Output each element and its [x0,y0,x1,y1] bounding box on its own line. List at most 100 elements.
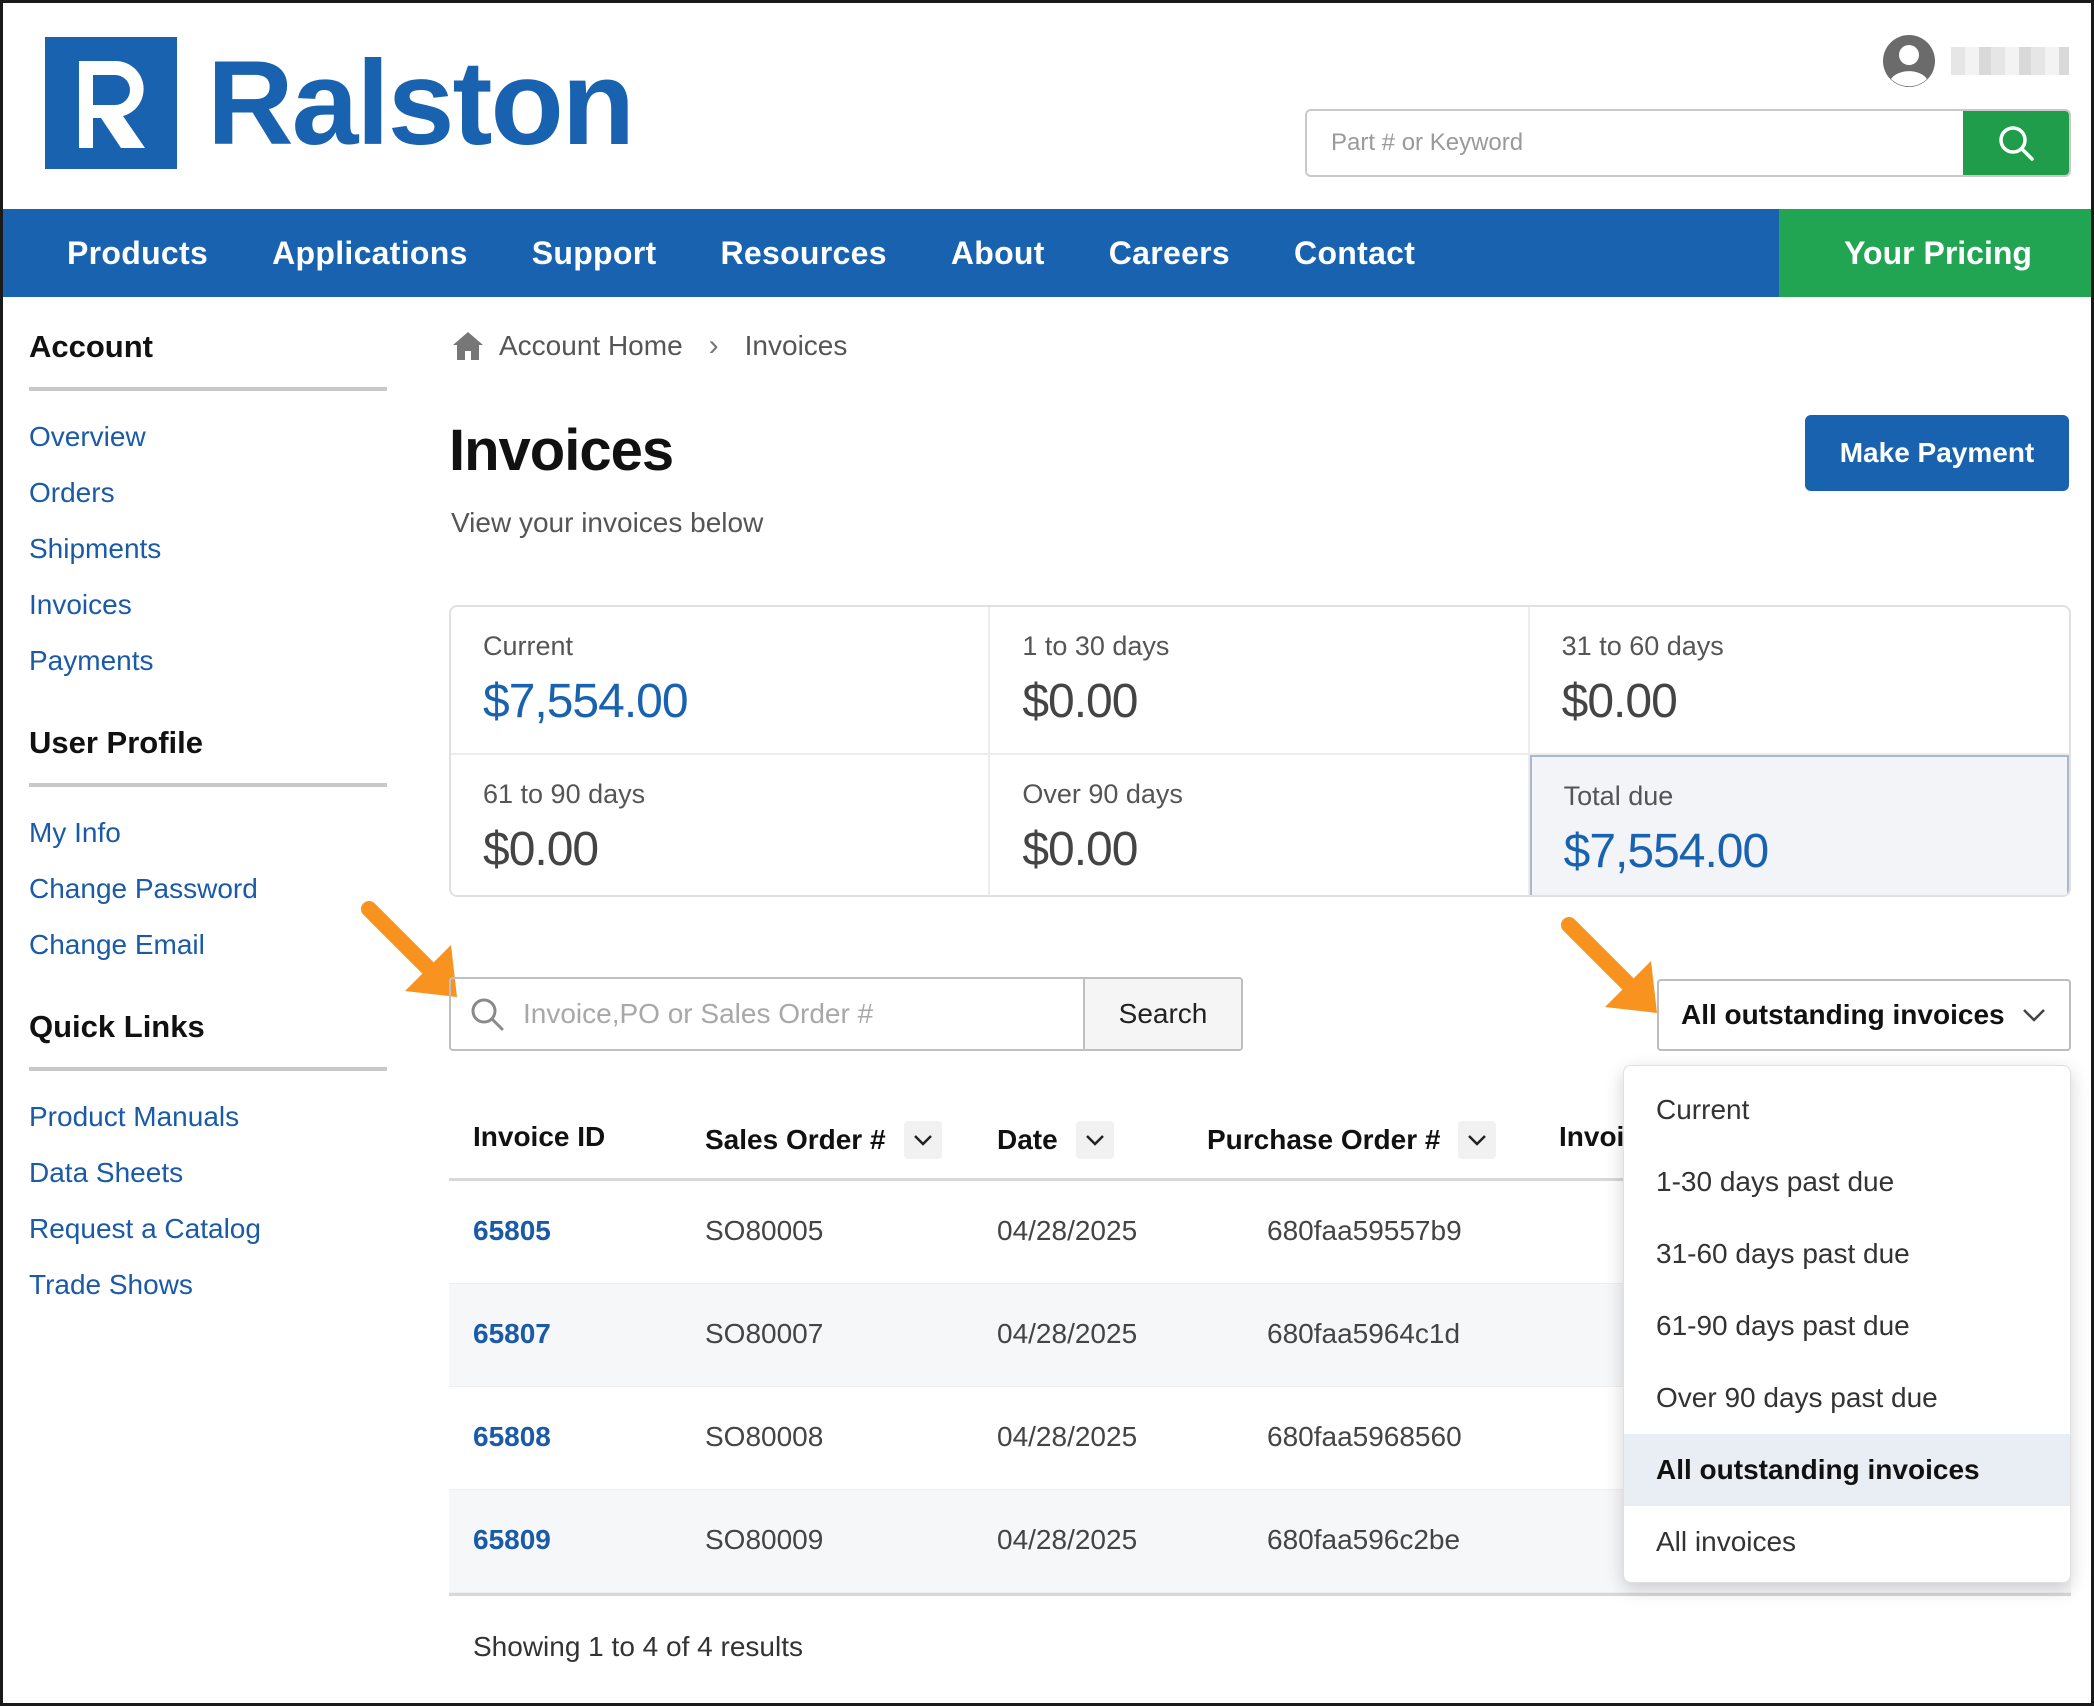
sidebar-item-invoices[interactable]: Invoices [29,585,387,641]
nav-support[interactable]: Support [532,235,657,272]
purchase-order-cell: 680faa5968560 [1267,1421,1462,1452]
home-icon [453,332,483,360]
site-search [1305,109,2071,177]
annotation-arrow-filter [1561,917,1657,1013]
page-title: Invoices [449,418,674,483]
nav-contact[interactable]: Contact [1294,235,1415,272]
chevron-down-icon[interactable] [903,1121,942,1159]
invoice-id-link[interactable]: 65808 [473,1421,551,1453]
date-cell: 04/28/2025 [997,1215,1138,1246]
sidebar-group-quick-links: Quick Links Product Manuals Data Sheets … [29,1009,387,1321]
sidebar-item-product-manuals[interactable]: Product Manuals [29,1097,387,1153]
nav-resources[interactable]: Resources [720,235,886,272]
invoice-filter-select[interactable]: All outstanding invoices [1657,979,2071,1051]
invoice-id-link[interactable]: 65807 [473,1318,551,1350]
sidebar-item-payments[interactable]: Payments [29,641,387,697]
filter-option-all-invoices[interactable]: All invoices [1624,1506,2070,1578]
filter-option-31-60[interactable]: 31-60 days past due [1624,1218,2070,1290]
chevron-right-icon: › [708,329,719,362]
chevron-down-icon[interactable] [1458,1121,1497,1159]
breadcrumb: Account Home › Invoices [451,329,847,363]
summary-label: Over 90 days [1022,779,1183,809]
nav-about[interactable]: About [951,235,1045,272]
summary-value: $0.00 [1561,675,1678,728]
filter-option-1-30[interactable]: 1-30 days past due [1624,1146,2070,1218]
sales-order-cell: SO80007 [705,1318,824,1349]
logo-mark-icon [45,37,177,169]
date-cell: 04/28/2025 [997,1318,1138,1349]
sidebar-item-data-sheets[interactable]: Data Sheets [29,1153,387,1209]
site-search-button[interactable] [1963,111,2069,175]
main-nav: Products Applications Support Resources … [3,209,2091,297]
filter-option-61-90[interactable]: 61-90 days past due [1624,1290,2070,1362]
summary-value: $7,554.00 [483,675,689,728]
filter-option-over-90[interactable]: Over 90 days past due [1624,1362,2070,1434]
summary-label: 31 to 60 days [1561,631,1724,661]
filter-option-current[interactable]: Current [1624,1074,2070,1146]
brand-logo[interactable]: Ralston [45,36,635,170]
summary-value: $0.00 [483,823,599,876]
user-name-redacted [1951,47,2069,75]
brand-name: Ralston [207,36,635,170]
summary-value: $7,554.00 [1563,825,1770,878]
chevron-down-icon [2023,1009,2045,1022]
search-icon [1999,126,2034,161]
col-sales-order[interactable]: Sales Order # [705,1121,942,1159]
col-date[interactable]: Date [997,1121,1114,1159]
invoice-search-button[interactable]: Search [1083,979,1241,1049]
summary-label: Current [483,631,574,661]
summary-61-90: 61 to 90 days $0.00 [451,755,991,895]
col-label: Date [997,1124,1058,1155]
table-divider [449,1593,2071,1596]
account-sidebar: Account Overview Orders Shipments Invoic… [29,329,387,1349]
nav-applications[interactable]: Applications [272,235,468,272]
user-menu[interactable] [1881,33,2069,89]
site-search-input[interactable] [1307,111,1963,175]
nav-products[interactable]: Products [67,235,208,272]
col-label: Purchase Order # [1207,1124,1441,1155]
invoice-id-link[interactable]: 65805 [473,1215,551,1247]
breadcrumb-current: Invoices [744,330,848,361]
summary-label: Total due [1563,781,1674,811]
col-label: Invoice ID [473,1121,606,1152]
date-cell: 04/28/2025 [997,1421,1138,1452]
sidebar-group-account: Account Overview Orders Shipments Invoic… [29,329,387,697]
sidebar-item-trade-shows[interactable]: Trade Shows [29,1265,387,1321]
page-frame: Ralston Products Applications Support Re… [0,0,2094,1706]
col-purchase-order[interactable]: Purchase Order # [1207,1121,1497,1159]
summary-value: $0.00 [1022,823,1138,876]
sidebar-item-orders[interactable]: Orders [29,473,387,529]
search-icon [451,979,523,1049]
nav-your-pricing[interactable]: Your Pricing [1779,209,2091,297]
sidebar-item-change-email[interactable]: Change Email [29,925,387,981]
sales-order-cell: SO80008 [705,1421,824,1452]
chevron-down-icon[interactable] [1075,1121,1114,1159]
summary-current: Current $7,554.00 [451,607,991,755]
sidebar-item-overview[interactable]: Overview [29,417,387,473]
col-label: Sales Order # [705,1124,886,1155]
sidebar-item-change-password[interactable]: Change Password [29,869,387,925]
make-payment-button[interactable]: Make Payment [1805,415,2069,491]
sidebar-item-request-catalog[interactable]: Request a Catalog [29,1209,387,1265]
sidebar-item-shipments[interactable]: Shipments [29,529,387,585]
results-count: Showing 1 to 4 of 4 results [473,1631,803,1662]
sidebar-group-profile: User Profile My Info Change Password Cha… [29,725,387,981]
nav-careers[interactable]: Careers [1109,235,1230,272]
aging-summary: Current $7,554.00 1 to 30 days $0.00 31 … [449,605,2071,897]
summary-total-due: Total due $7,554.00 [1529,755,2069,895]
sales-order-cell: SO80005 [705,1215,824,1246]
summary-over-90: Over 90 days $0.00 [990,755,1530,895]
col-label: Invoi [1559,1121,1625,1152]
sidebar-item-my-info[interactable]: My Info [29,813,387,869]
purchase-order-cell: 680faa5964c1d [1267,1318,1461,1349]
invoice-search-input[interactable] [523,979,1083,1049]
invoice-search: Search [449,977,1243,1051]
breadcrumb-account-home[interactable]: Account Home [499,330,683,362]
summary-1-30: 1 to 30 days $0.00 [990,607,1530,755]
purchase-order-cell: 680faa59557b9 [1267,1215,1462,1246]
col-invoice-id: Invoice ID [473,1121,605,1153]
summary-label: 1 to 30 days [1022,631,1170,661]
filter-selected-value: All outstanding invoices [1681,999,2005,1030]
filter-option-all-outstanding[interactable]: All outstanding invoices [1624,1434,2070,1506]
invoice-id-link[interactable]: 65809 [473,1524,551,1556]
